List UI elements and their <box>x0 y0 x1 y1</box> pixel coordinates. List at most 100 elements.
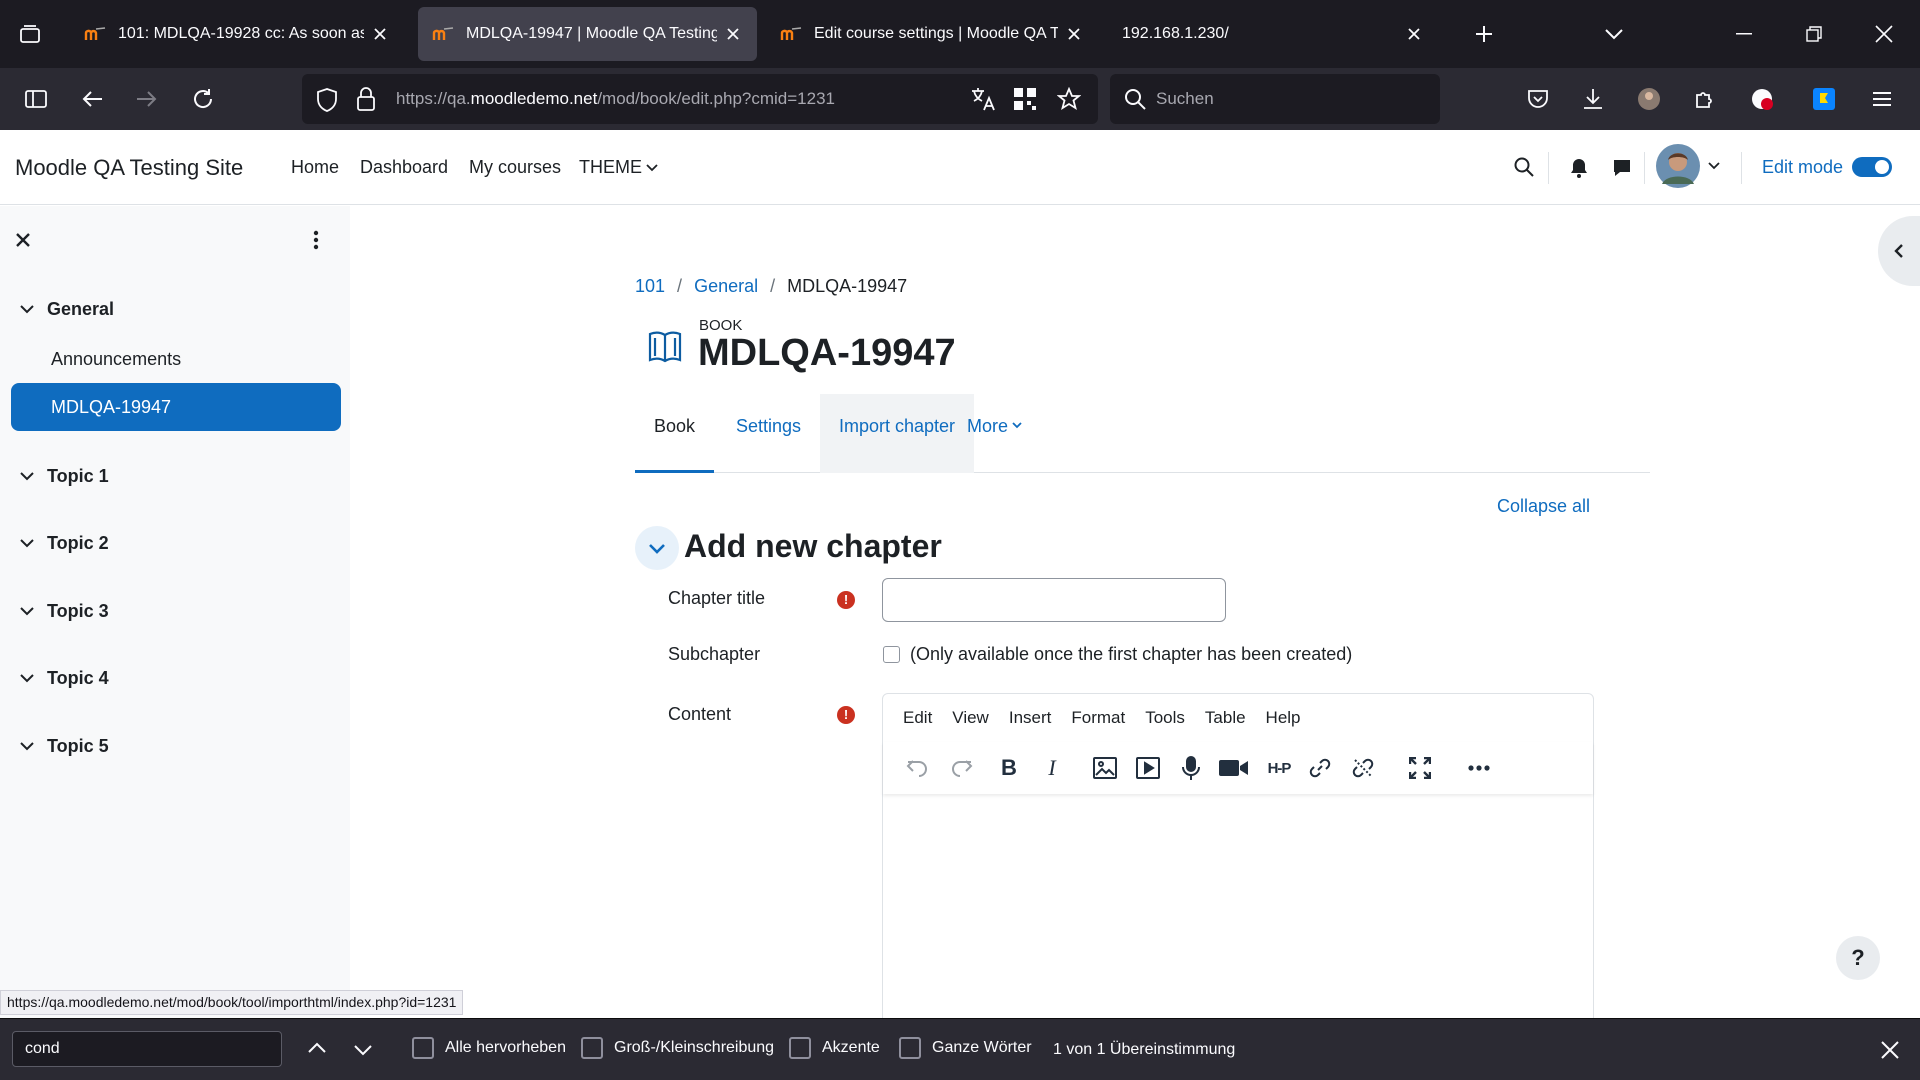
italic-icon[interactable]: I <box>1036 752 1068 784</box>
site-name[interactable]: Moodle QA Testing Site <box>15 130 243 205</box>
match-case-checkbox[interactable]: Groß-/Kleinschreibung <box>581 1037 774 1059</box>
sidebar-toggle-icon[interactable] <box>20 83 52 115</box>
extension-globe-icon[interactable] <box>1746 83 1778 115</box>
tab-settings[interactable]: Settings <box>717 394 820 473</box>
forward-icon[interactable] <box>131 83 163 115</box>
checkbox[interactable] <box>899 1037 921 1059</box>
reload-icon[interactable] <box>187 83 219 115</box>
restore-window-icon[interactable] <box>1798 18 1830 50</box>
lock-icon[interactable] <box>356 87 376 116</box>
menu-edit[interactable]: Edit <box>893 708 942 728</box>
user-menu[interactable] <box>1656 144 1720 188</box>
section-collapse-toggle[interactable] <box>635 526 679 570</box>
help-button[interactable]: ? <box>1836 936 1880 980</box>
highlight-all-checkbox[interactable]: Alle hervorheben <box>412 1037 566 1059</box>
chevron-down-icon[interactable] <box>20 469 36 485</box>
bookmark-star-icon[interactable] <box>1056 86 1082 116</box>
nav-dashboard[interactable]: Dashboard <box>360 130 448 205</box>
chevron-down-icon[interactable] <box>20 739 36 755</box>
qr-code-icon[interactable] <box>1014 88 1036 115</box>
tab-edit-course-settings[interactable]: Edit course settings | Moodle QA Testin <box>766 7 1098 61</box>
chapter-title-input[interactable] <box>882 578 1226 622</box>
more-icon[interactable] <box>1463 752 1495 784</box>
downloads-icon[interactable] <box>1577 83 1609 115</box>
find-previous-icon[interactable] <box>307 1041 327 1059</box>
account-avatar-icon[interactable] <box>1633 83 1665 115</box>
new-tab-icon[interactable] <box>1468 18 1500 50</box>
chevron-down-icon[interactable] <box>20 302 36 318</box>
media-icon[interactable] <box>1132 752 1164 784</box>
breadcrumb-section[interactable]: General <box>694 276 758 297</box>
translate-icon[interactable] <box>970 86 996 117</box>
search-icon[interactable] <box>1514 157 1534 182</box>
section-topic-4[interactable]: Topic 4 <box>20 668 109 689</box>
menu-view[interactable]: View <box>942 708 999 728</box>
close-tab-icon[interactable] <box>370 24 390 44</box>
kebab-menu-icon[interactable] <box>313 230 319 255</box>
section-topic-2[interactable]: Topic 2 <box>20 533 109 554</box>
menu-tools[interactable]: Tools <box>1135 708 1195 728</box>
menu-format[interactable]: Format <box>1061 708 1135 728</box>
unlink-icon[interactable] <box>1347 752 1379 784</box>
menu-help[interactable]: Help <box>1256 708 1311 728</box>
image-icon[interactable] <box>1089 752 1121 784</box>
checkbox[interactable] <box>412 1037 434 1059</box>
tab-192-168-1-230[interactable]: 192.168.1.230/ <box>1108 7 1438 61</box>
bold-icon[interactable]: B <box>993 752 1025 784</box>
menu-insert[interactable]: Insert <box>999 708 1062 728</box>
section-topic-3[interactable]: Topic 3 <box>20 601 109 622</box>
checkbox[interactable] <box>581 1037 603 1059</box>
tab-mdlqa-19947[interactable]: MDLQA-19947 | Moodle QA Testing Sit <box>418 7 757 61</box>
record-audio-icon[interactable] <box>1175 752 1207 784</box>
close-tab-icon[interactable] <box>1404 24 1424 44</box>
pocket-icon[interactable] <box>1522 83 1554 115</box>
close-drawer-icon[interactable] <box>15 232 31 253</box>
app-menu-icon[interactable] <box>1866 83 1898 115</box>
undo-icon[interactable] <box>901 752 933 784</box>
list-all-tabs-icon[interactable] <box>1598 18 1630 50</box>
link-icon[interactable] <box>1304 752 1336 784</box>
menu-table[interactable]: Table <box>1195 708 1256 728</box>
nav-theme[interactable]: THEME <box>579 130 658 205</box>
edit-mode-label[interactable]: Edit mode <box>1762 130 1843 205</box>
section-general[interactable]: General <box>20 299 114 320</box>
close-find-bar-icon[interactable] <box>1881 1041 1899 1064</box>
redo-icon[interactable] <box>946 752 978 784</box>
extension-flag-icon[interactable] <box>1808 83 1840 115</box>
nav-my-courses[interactable]: My courses <box>469 130 561 205</box>
record-video-icon[interactable] <box>1218 752 1250 784</box>
close-tab-icon[interactable] <box>1064 24 1084 44</box>
edit-mode-toggle[interactable] <box>1852 157 1892 177</box>
messages-icon[interactable] <box>1612 158 1632 183</box>
course-index-item-announcements[interactable]: Announcements <box>11 335 341 383</box>
tab-more[interactable]: More <box>948 394 1041 473</box>
checkbox[interactable] <box>789 1037 811 1059</box>
h5p-icon[interactable]: H-P <box>1260 752 1298 784</box>
back-icon[interactable] <box>76 83 108 115</box>
chevron-down-icon[interactable] <box>20 604 36 620</box>
chevron-down-icon[interactable] <box>20 671 36 687</box>
section-topic-5[interactable]: Topic 5 <box>20 736 109 757</box>
fullscreen-icon[interactable] <box>1404 752 1436 784</box>
url-text[interactable]: https://qa.moodledemo.net/mod/book/edit.… <box>396 74 835 124</box>
tab-overview-icon[interactable] <box>14 18 46 50</box>
subchapter-checkbox[interactable] <box>883 646 900 663</box>
breadcrumb-course[interactable]: 101 <box>635 276 665 297</box>
find-next-icon[interactable] <box>353 1043 373 1061</box>
close-window-icon[interactable] <box>1868 18 1900 50</box>
tracking-protection-shield-icon[interactable] <box>316 88 338 117</box>
chevron-down-icon[interactable] <box>20 536 36 552</box>
minimize-window-icon[interactable] <box>1728 18 1760 50</box>
extensions-icon[interactable] <box>1689 83 1721 115</box>
tab-book[interactable]: Book <box>635 394 715 473</box>
find-input[interactable]: cond <box>12 1031 282 1067</box>
section-topic-1[interactable]: Topic 1 <box>20 466 109 487</box>
notifications-bell-icon[interactable] <box>1570 158 1588 183</box>
close-tab-icon[interactable] <box>723 24 743 44</box>
whole-words-checkbox[interactable]: Ganze Wörter <box>899 1037 1032 1059</box>
match-diacritics-checkbox[interactable]: Akzente <box>789 1037 880 1059</box>
nav-home[interactable]: Home <box>291 130 339 205</box>
course-index-item-mdlqa-19947[interactable]: MDLQA-19947 <box>11 383 341 431</box>
tab-mdlqa-19928[interactable]: 101: MDLQA-19928 cc: As soon as we l <box>70 7 404 61</box>
web-search-bar[interactable]: Suchen <box>1110 74 1440 124</box>
